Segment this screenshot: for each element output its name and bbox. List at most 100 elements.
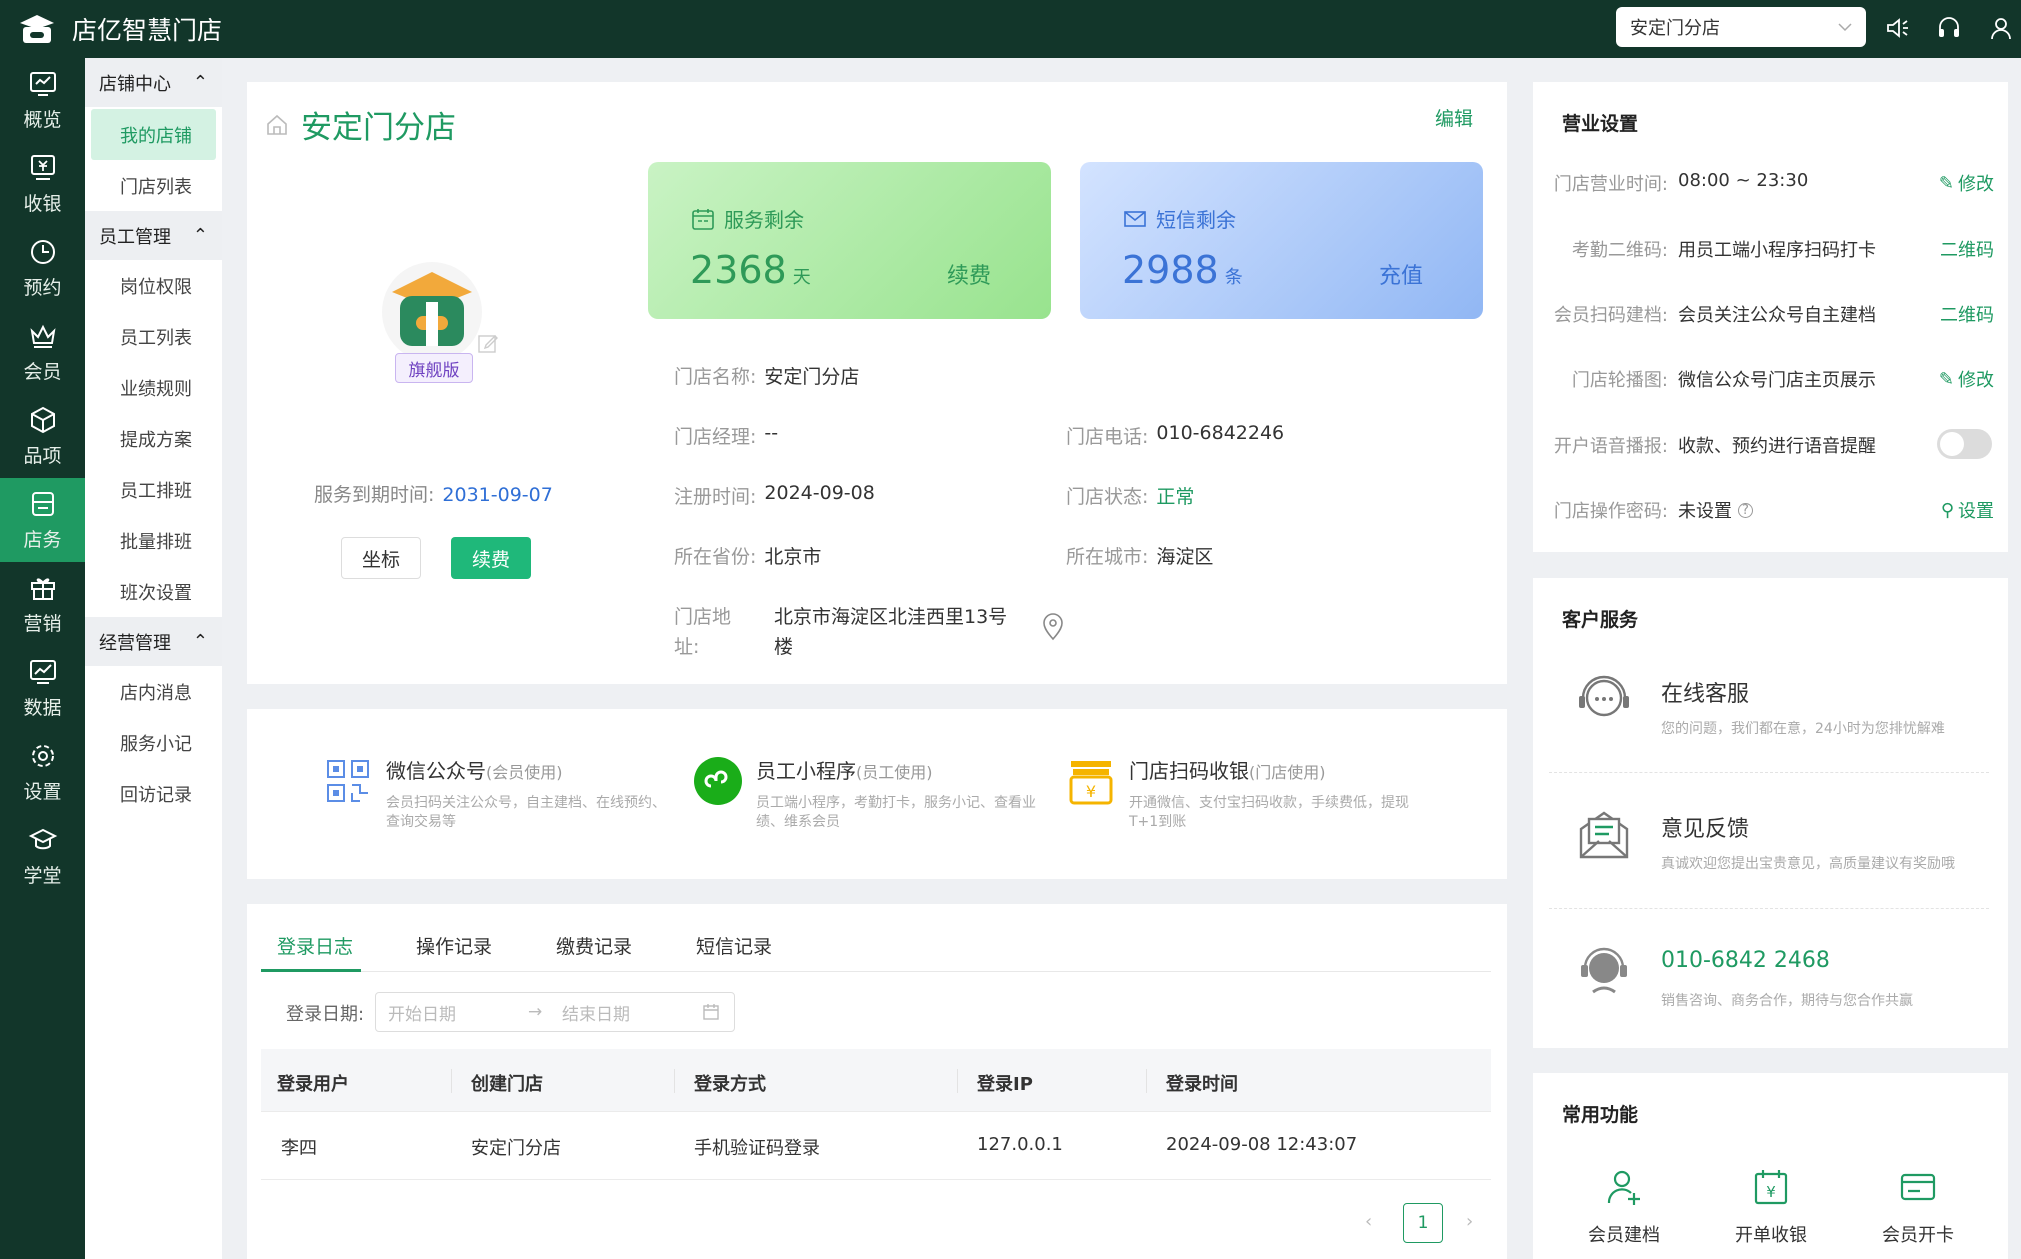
subnav-item-followups[interactable]: 回访记录 (91, 768, 216, 819)
setting-key: 会员扫码建档: (1553, 305, 1668, 326)
app-logo[interactable]: 店亿智慧门店 (18, 11, 222, 47)
fn-open-order[interactable]: ¥ 开单收银 (1716, 1167, 1826, 1247)
nav-academy[interactable]: 学堂 (0, 814, 85, 898)
expire-row: 服务到期时间: 2031-09-07 (314, 480, 553, 507)
service-online-chat[interactable]: 在线客服 您的问题，我们都在意，24小时为您排忧解难 (1549, 648, 1989, 768)
cashier-icon (30, 154, 55, 180)
fn-member-card[interactable]: 会员开卡 (1863, 1167, 1973, 1247)
store-header: 安定门分店 (265, 102, 456, 147)
app-staff-miniprogram[interactable]: 员工小程序(员工使用) 员工端小程序，考勤打卡，服务小记、查看业 绩、维系会员 (692, 755, 1056, 832)
page-number[interactable]: 1 (1403, 1203, 1443, 1243)
qr-code-icon (327, 760, 369, 802)
start-date-input[interactable]: 开始日期 (388, 1000, 528, 1025)
column-header[interactable]: 登录时间 (1166, 1070, 1238, 1096)
nav-label: 收银 (23, 192, 62, 215)
store-selector-value: 安定门分店 (1630, 18, 1720, 39)
app-sub: (员工使用) (856, 763, 933, 782)
modify-hours-link[interactable]: ✎ 修改 (1939, 170, 1994, 196)
subnav-item-messages[interactable]: 店内消息 (91, 666, 216, 717)
calendar-icon (692, 208, 714, 230)
column-header[interactable]: 登录IP (977, 1070, 1033, 1096)
setting-row-member-scan: 会员扫码建档: 会员关注公众号自主建档 二维码 (1533, 301, 2008, 331)
hotline-number[interactable]: 010-6842 2468 (1661, 948, 1830, 973)
nav-member[interactable]: 会员 (0, 310, 85, 394)
help-icon[interactable]: ? (1738, 502, 1753, 518)
subnav-item-shift-settings[interactable]: 班次设置 (91, 566, 216, 617)
subnav-item-roles[interactable]: 岗位权限 (91, 260, 216, 311)
speaker-icon[interactable] (1883, 14, 1911, 42)
subnav-item-my-store[interactable]: 我的店铺 (91, 109, 216, 160)
nav-settings[interactable]: 设置 (0, 730, 85, 814)
tab-login-log[interactable]: 登录日志 (277, 932, 353, 959)
divider (1549, 908, 1989, 909)
service-hotline[interactable]: 010-6842 2468 销售咨询、商务合作，期待与您合作共赢 (1549, 920, 1989, 1040)
service-feedback[interactable]: 意见反馈 真诚欢迎您提出宝贵意见，高质量建议有奖励哦 (1549, 783, 1989, 903)
app-wechat-official[interactable]: 微信公众号(会员使用) 会员扫码关注公众号，自主建档、在线预约、 查询交易等 (322, 755, 686, 832)
service-label-row: 服务剩余 (690, 204, 804, 233)
nav-marketing[interactable]: 营销 (0, 562, 85, 646)
apps-card: 微信公众号(会员使用) 会员扫码关注公众号，自主建档、在线预约、 查询交易等 员工… (247, 709, 1507, 879)
nav-label: 营销 (23, 612, 62, 635)
app-scan-cashier[interactable]: ¥ 门店扫码收银(门店使用) 开通微信、支付宝扫码收款，手续费低，提现 T+1到账 (1065, 755, 1429, 832)
subnav-item-service-notes[interactable]: 服务小记 (91, 717, 216, 768)
headset-icon[interactable] (1935, 14, 1963, 42)
app-desc: 会员扫码关注公众号，自主建档、在线预约、 (386, 795, 666, 811)
user-icon[interactable] (1987, 14, 2015, 42)
sms-label-row: 短信剩余 (1122, 204, 1236, 233)
store-selector[interactable]: 安定门分店 (1616, 7, 1866, 47)
attendance-qr-link[interactable]: 二维码 (1940, 236, 1994, 262)
nav-items[interactable]: 品项 (0, 394, 85, 478)
tab-payment-log[interactable]: 缴费记录 (556, 932, 632, 959)
tab-active-indicator (261, 969, 361, 972)
column-header[interactable]: 登录用户 (277, 1070, 349, 1096)
member-qr-link[interactable]: 二维码 (1940, 301, 1994, 327)
nav-overview[interactable]: 概览 (0, 58, 85, 142)
nav-data[interactable]: 数据 (0, 646, 85, 730)
subnav-item-commission[interactable]: 提成方案 (91, 413, 216, 464)
nav-store[interactable]: 店务 (0, 478, 85, 562)
tab-sms-log[interactable]: 短信记录 (696, 932, 772, 959)
subnav-item-staff-list[interactable]: 员工列表 (91, 311, 216, 362)
section-title: 营业设置 (1562, 113, 1639, 135)
tab-divider (261, 971, 1491, 972)
subnav-group-ops[interactable]: 经营管理 ⌃ (85, 617, 222, 666)
fn-label: 会员建档 (1588, 1225, 1660, 1246)
sms-recharge-link[interactable]: 充值 (1379, 258, 1423, 290)
end-date-input[interactable]: 结束日期 (562, 1000, 702, 1025)
next-page-icon[interactable]: › (1466, 1211, 1473, 1232)
subnav-group-staff[interactable]: 员工管理 ⌃ (85, 211, 222, 260)
service-renew-link[interactable]: 续费 (947, 258, 991, 290)
nav-cashier[interactable]: 收银 (0, 142, 85, 226)
subnav-group-store[interactable]: 店铺中心 ⌃ (85, 58, 222, 107)
subnav-item-batch-schedule[interactable]: 批量排班 (91, 515, 216, 566)
nav-booking[interactable]: 预约 (0, 226, 85, 310)
tab-operation-log[interactable]: 操作记录 (416, 932, 492, 959)
set-password-link[interactable]: ⚲ 设置 (1941, 497, 1994, 523)
subnav-item-schedule[interactable]: 员工排班 (91, 464, 216, 515)
edit-link[interactable]: 编辑 (1435, 104, 1473, 131)
date-range-picker[interactable]: 开始日期 → 结束日期 (375, 992, 735, 1032)
edit-avatar-icon[interactable] (477, 332, 499, 354)
renew-button[interactable]: 续费 (451, 537, 531, 579)
date-filter-label: 登录日期: (286, 1004, 365, 1025)
subnav-item-store-list[interactable]: 门店列表 (91, 160, 216, 211)
setting-value: 会员关注公众号自主建档 (1678, 305, 1876, 326)
coordinate-button[interactable]: 坐标 (341, 537, 421, 579)
column-header[interactable]: 创建门店 (471, 1070, 543, 1096)
modify-carousel-link[interactable]: ✎ 修改 (1939, 366, 1994, 392)
svg-text:¥: ¥ (1086, 782, 1096, 801)
voice-toggle[interactable] (1937, 429, 1992, 459)
location-pin-icon[interactable] (1040, 612, 1066, 642)
fn-member-create[interactable]: 会员建档 (1569, 1167, 1679, 1247)
gear-icon (31, 744, 54, 767)
subnav-item-perf-rules[interactable]: 业绩规则 (91, 362, 216, 413)
column-header[interactable]: 登录方式 (694, 1070, 766, 1096)
prev-page-icon[interactable]: ‹ (1365, 1211, 1372, 1232)
table-row[interactable]: 李四 安定门分店 手机验证码登录 127.0.0.1 2024-09-08 12… (261, 1112, 1491, 1180)
app-desc: 查询交易等 (386, 814, 456, 830)
app-sub: (门店使用) (1249, 763, 1326, 782)
service-label: 服务剩余 (724, 208, 804, 232)
info-value: 安定门分店 (764, 366, 860, 388)
info-status: 门店状态: 正常 (1066, 482, 1194, 509)
card-icon (1900, 1173, 1936, 1201)
